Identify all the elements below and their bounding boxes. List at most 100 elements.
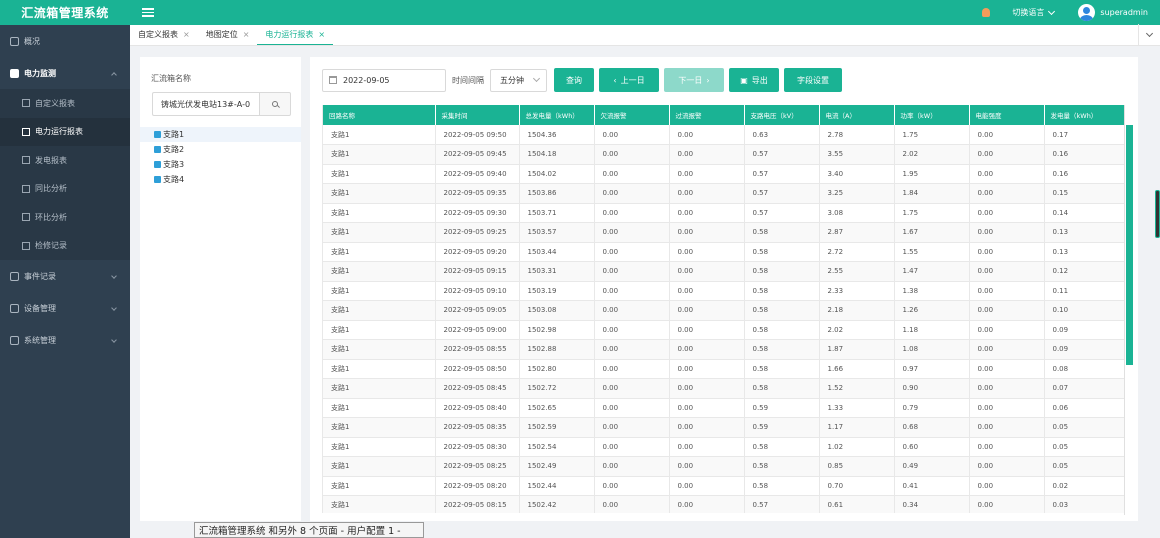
table-cell: 2022-09-05 09:15 (435, 261, 520, 282)
table-row[interactable]: 支路1 2022-09-05 09:25 1503.57 0.00 0.00 0.58 2.… (323, 222, 1124, 243)
column-header[interactable]: 采集时间 (435, 105, 520, 125)
interval-value: 五分钟 (500, 75, 524, 85)
column-header[interactable]: 过流报警 (669, 105, 745, 125)
tree-node-branch-1[interactable]: 支路1 (140, 127, 301, 142)
table-row[interactable]: 支路1 2022-09-05 09:00 1502.98 0.00 0.00 0.58 2.… (323, 320, 1124, 340)
table-row[interactable]: 支路1 2022-09-05 08:15 1502.42 0.00 0.00 0.57 0.… (323, 495, 1124, 513)
table-row[interactable]: 支路1 2022-09-05 08:40 1502.65 0.00 0.00 0.59 1.… (323, 398, 1124, 418)
sidebar-item-label: 事件记录 (24, 271, 56, 281)
sidebar-item-overview[interactable]: 概况 (0, 25, 130, 57)
column-header[interactable]: 发电量（kWh） (1044, 105, 1124, 125)
date-picker[interactable]: 2022-09-05 (322, 68, 446, 92)
table-cell: 2.55 (819, 261, 895, 282)
sidebar-subitem-yoy-analysis[interactable]: 同比分析 (0, 175, 130, 204)
table-row[interactable]: 支路1 2022-09-05 08:30 1502.54 0.00 0.00 0.58 1.… (323, 437, 1124, 457)
sidebar-item-label: 电力监测 (24, 68, 56, 78)
close-icon[interactable]: × (318, 30, 325, 39)
table-cell: 0.00 (594, 261, 670, 282)
tab-power-report[interactable]: 电力运行报表 × (257, 24, 334, 45)
column-header[interactable]: 电流（A） (819, 105, 895, 125)
tree-node-label: 支路1 (163, 130, 185, 139)
export-button[interactable]: ▣ 导出 (729, 68, 779, 92)
table-row[interactable]: 支路1 2022-09-05 08:25 1502.49 0.00 0.00 0.58 0.… (323, 456, 1124, 477)
interval-select[interactable]: 五分钟 (490, 68, 547, 92)
table-row[interactable]: 支路1 2022-09-05 09:30 1503.71 0.00 0.00 0.57 3.… (323, 203, 1124, 223)
monitor-icon (10, 36, 19, 46)
sidebar-item-system-management[interactable]: 系统管理 (0, 324, 130, 356)
pencil-icon (10, 271, 19, 281)
interval-label: 时间间隔 (452, 75, 484, 85)
tab-map-location[interactable]: 地图定位 × (198, 24, 258, 45)
table-cell: 1503.08 (519, 300, 595, 321)
table-row[interactable]: 支路1 2022-09-05 08:45 1502.72 0.00 0.00 0.58 1.… (323, 378, 1124, 399)
tabs-more-button[interactable] (1138, 24, 1160, 45)
table-cell: 0.11 (1044, 281, 1124, 301)
tree-node-branch-3[interactable]: 支路3 (140, 157, 301, 172)
table-row[interactable]: 支路1 2022-09-05 08:55 1502.88 0.00 0.00 0.58 1.… (323, 339, 1124, 360)
column-header[interactable]: 功率（kW） (894, 105, 970, 125)
column-header[interactable]: 欠流报警 (594, 105, 670, 125)
table-cell: 0.59 (744, 398, 820, 418)
table-row[interactable]: 支路1 2022-09-05 09:15 1503.31 0.00 0.00 0.58 2.… (323, 261, 1124, 282)
chevron-down-icon (111, 273, 117, 279)
user-menu[interactable]: superadmin (1078, 4, 1148, 21)
sidebar-item-event-log[interactable]: 事件记录 (0, 260, 130, 292)
power-report-table: 回路名称 采集时间 总发电量（kWh） 欠流报警 过流报警 支路电压（kV） 电流（A） 功率… (323, 105, 1124, 513)
notification-icon[interactable] (982, 8, 991, 17)
table-header: 回路名称 采集时间 总发电量（kWh） 欠流报警 过流报警 支路电压（kV） 电流（A） 功率… (323, 105, 1124, 125)
table-cell: 0.17 (1044, 125, 1124, 145)
table-cell: 0.58 (744, 281, 820, 301)
column-header[interactable]: 电能强度 (969, 105, 1045, 125)
sidebar-subitem-mom-analysis[interactable]: 环比分析 (0, 203, 130, 232)
table-cell: 0.00 (669, 261, 745, 282)
table-row[interactable]: 支路1 2022-09-05 09:10 1503.19 0.00 0.00 0.58 2.… (323, 281, 1124, 301)
search-button[interactable] (259, 92, 291, 116)
table-cell: 2.72 (819, 242, 895, 262)
table-row[interactable]: 支路1 2022-09-05 09:05 1503.08 0.00 0.00 0.58 2.… (323, 300, 1124, 321)
table-row[interactable]: 支路1 2022-09-05 09:50 1504.36 0.00 0.00 0.63 2.… (323, 125, 1124, 145)
table-cell: 2.33 (819, 281, 895, 301)
page-scrollbar[interactable] (1155, 190, 1160, 238)
table-row[interactable]: 支路1 2022-09-05 09:45 1504.18 0.00 0.00 0.57 3.… (323, 144, 1124, 165)
tree-node-branch-4[interactable]: 支路4 (140, 172, 301, 187)
column-header[interactable]: 回路名称 (323, 105, 436, 125)
export-icon: ▣ (740, 75, 748, 85)
table-cell: 0.00 (969, 242, 1045, 262)
language-switch[interactable]: 切换语言 (1012, 7, 1056, 18)
table-cell: 2022-09-05 09:30 (435, 203, 520, 223)
table-row[interactable]: 支路1 2022-09-05 09:20 1503.44 0.00 0.00 0.58 2.… (323, 242, 1124, 262)
table-cell: 0.00 (669, 495, 745, 513)
table-row[interactable]: 支路1 2022-09-05 08:35 1502.59 0.00 0.00 0.59 1.… (323, 417, 1124, 438)
table-cell: 支路1 (323, 320, 436, 340)
sidebar-subitem-power-report[interactable]: 电力运行报表 (0, 117, 130, 146)
column-header[interactable]: 总发电量（kWh） (519, 105, 595, 125)
close-icon[interactable]: × (243, 30, 250, 39)
sidebar-subitem-generation-report[interactable]: 发电报表 (0, 146, 130, 175)
sidebar-item-device-management[interactable]: 设备管理 (0, 292, 130, 324)
table-row[interactable]: 支路1 2022-09-05 08:50 1502.80 0.00 0.00 0.58 1.… (323, 359, 1124, 379)
username: superadmin (1100, 8, 1148, 17)
sidebar-subitem-maintenance[interactable]: 检修记录 (0, 232, 130, 261)
table-cell: 支路1 (323, 281, 436, 301)
column-header[interactable]: 支路电压（kV） (744, 105, 820, 125)
table-cell: 0.00 (594, 164, 670, 184)
field-settings-button[interactable]: 字段设置 (784, 68, 842, 92)
table-cell: 0.06 (1044, 398, 1124, 418)
query-button[interactable]: 查询 (554, 68, 594, 92)
prev-day-button[interactable]: ‹ 上一日 (599, 68, 659, 92)
table-row[interactable]: 支路1 2022-09-05 09:40 1504.02 0.00 0.00 0.57 3.… (323, 164, 1124, 184)
tab-custom-report[interactable]: 自定义报表 × (130, 24, 198, 45)
menu-toggle-icon[interactable] (142, 8, 154, 17)
next-day-button[interactable]: 下一日 › (664, 68, 724, 92)
table-row[interactable]: 支路1 2022-09-05 09:35 1503.86 0.00 0.00 0.57 3.… (323, 183, 1124, 204)
sidebar-subitem-custom-report[interactable]: 自定义报表 (0, 89, 130, 118)
combiner-search-input[interactable] (152, 92, 259, 116)
table-scrollbar[interactable] (1126, 125, 1133, 365)
table-cell: 0.00 (969, 378, 1045, 399)
close-icon[interactable]: × (183, 30, 190, 39)
table-cell: 0.00 (594, 242, 670, 262)
tree-node-branch-2[interactable]: 支路2 (140, 142, 301, 157)
sidebar-item-power-monitoring[interactable]: 电力监测 (0, 57, 130, 89)
chart-icon (22, 127, 30, 136)
table-row[interactable]: 支路1 2022-09-05 08:20 1502.44 0.00 0.00 0.58 0.… (323, 476, 1124, 496)
